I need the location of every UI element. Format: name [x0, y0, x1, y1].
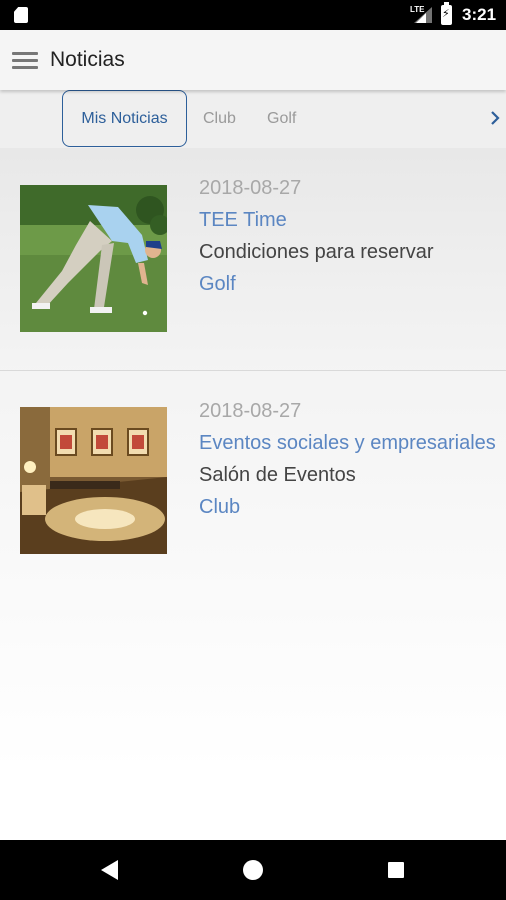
news-meta: 2018-08-27 TEE Time Condiciones para res… — [199, 172, 434, 300]
news-item[interactable]: 2018-08-27 Eventos sociales y empresaria… — [0, 371, 506, 593]
battery-charging-icon: ⚡ — [441, 2, 452, 25]
home-icon[interactable] — [243, 860, 263, 880]
news-date: 2018-08-27 — [199, 177, 302, 199]
category-tabs: Mis Noticias Club Golf — [0, 90, 506, 148]
hamburger-menu-icon[interactable] — [12, 52, 38, 70]
tab-club[interactable]: Club — [203, 90, 236, 148]
back-icon[interactable] — [101, 860, 118, 880]
chevron-right-icon[interactable] — [486, 106, 506, 130]
news-headline[interactable]: Eventos sociales y empresariales — [199, 427, 496, 459]
news-category[interactable]: Club — [199, 491, 496, 523]
status-bar: LTE ⚡ 3:21 — [0, 0, 506, 30]
sd-card-icon — [14, 7, 28, 23]
news-subtitle: Condiciones para reservar — [199, 241, 434, 263]
news-subtitle: Salón de Eventos — [199, 464, 356, 486]
news-category[interactable]: Golf — [199, 268, 434, 300]
app-bar: Noticias — [0, 30, 506, 90]
system-nav-bar — [0, 840, 506, 900]
status-time: 3:21 — [462, 5, 497, 24]
news-item[interactable]: 2018-08-27 TEE Time Condiciones para res… — [0, 148, 506, 371]
tab-mis-noticias[interactable]: Mis Noticias — [62, 90, 187, 147]
news-list: 2018-08-27 TEE Time Condiciones para res… — [0, 148, 506, 840]
page-title: Noticias — [50, 48, 125, 71]
recents-icon[interactable] — [388, 862, 404, 878]
news-meta: 2018-08-27 Eventos sociales y empresaria… — [199, 395, 496, 523]
golfer-photo — [20, 185, 167, 332]
event-hall-photo — [20, 407, 167, 554]
tab-golf[interactable]: Golf — [267, 90, 296, 148]
signal-icon — [414, 7, 432, 23]
news-headline[interactable]: TEE Time — [199, 204, 434, 236]
news-date: 2018-08-27 — [199, 400, 302, 422]
